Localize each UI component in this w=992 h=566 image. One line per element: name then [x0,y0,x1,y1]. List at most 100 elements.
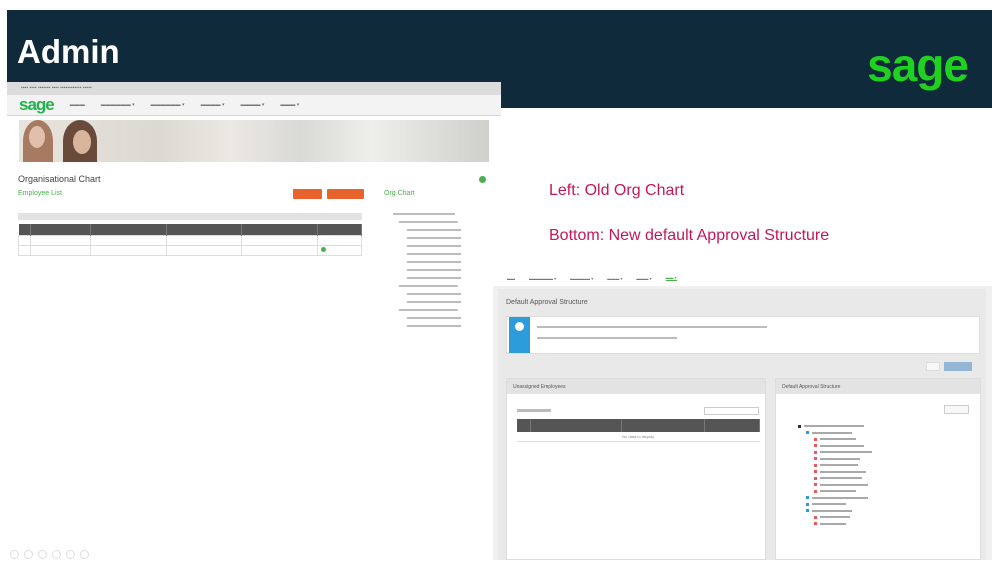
tree-node-icon [814,489,817,493]
old-org-tree [393,210,497,330]
show-entries-label [517,409,551,412]
slide-title: Admin [17,33,120,70]
caption-bottom: Bottom: New default Approval Structure [549,227,830,244]
old-sage-logo: sage [19,95,55,114]
new-page-title: Default Approval Structure [506,299,588,306]
old-status-icon [479,176,486,183]
tree-node-icon [814,522,817,526]
table-cell [165,244,243,256]
tree-node-label [820,451,872,454]
old-page-title: Organisational Chart [18,174,101,184]
banner-face-image [29,126,45,148]
tree-node-label [812,503,846,506]
tree-node-icon [806,502,809,506]
tree-node-label [820,464,858,467]
table-header-cell [704,419,760,432]
table-header-cell [18,224,31,235]
old-nav-item: ▬▬▬▬ ▾ [200,102,225,108]
tree-node-label [820,438,856,441]
new-search-input [704,407,759,415]
tree-node-icon [814,476,817,480]
tree-node-icon [814,450,817,454]
table-row [18,244,362,256]
old-nav-item: ▬▬▬▬▬▬ ▾ [150,102,185,108]
tree-node [798,521,974,528]
presentation-slide: Admin sage ▪▪▪▪ ▪▪▪▪ ▪▪▪▪▪▪▪ ▪▪▪▪ ▪▪▪▪▪▪… [0,0,992,566]
table-row: No data to display [517,432,760,442]
old-nav-item: ▬▬▬▬ ▾ [240,102,265,108]
old-employee-list-label: Employee List [18,190,62,197]
tree-node [393,210,497,218]
old-nav-item: ▬▬▬▬▬▬ ▾ [100,102,135,108]
table-header-cell [530,419,623,432]
tree-node-label [820,470,866,473]
new-approval-tree [798,423,974,527]
new-nav-item: ▬▬ [507,275,515,281]
table-cell [18,244,31,256]
tree-node [407,314,497,322]
sage-logo: sage [867,39,969,91]
new-nav-item: ▬▬▬▬▬ ▾ [570,275,594,281]
tree-node [407,298,497,306]
tree-node-label [820,444,864,447]
table-header-cell [621,419,706,432]
menu-icon[interactable] [52,550,61,559]
new-unassigned-panel-title: Unassigned Employees [507,379,765,394]
info-text-line [537,326,767,328]
new-save-button [944,362,972,371]
tree-node-label [804,425,864,428]
new-info-box [506,316,980,354]
table-cell [317,244,362,256]
old-top-links-bar: ▪▪▪▪ ▪▪▪▪ ▪▪▪▪▪▪▪ ▪▪▪▪ ▪▪▪▪▪▪▪▪▪▪▪▪ ▪▪▪▪… [7,82,501,95]
tree-node-icon [806,431,809,435]
old-org-chart-screenshot: ▪▪▪▪ ▪▪▪▪ ▪▪▪▪▪▪▪ ▪▪▪▪ ▪▪▪▪▪▪▪▪▪▪▪▪ ▪▪▪▪… [7,82,501,372]
caption-left: Left: Old Org Chart [549,182,685,199]
table-cell [29,244,91,256]
tree-node [407,274,497,282]
table-filter-row [18,234,362,246]
table-cell [29,234,91,246]
old-nav-bar: sage ▬▬▬ ▬▬▬▬▬▬ ▾ ▬▬▬▬▬▬ ▾ ▬▬▬▬ ▾ ▬▬▬▬ ▾… [7,95,501,116]
table-header-cell [241,224,319,235]
tree-node-icon [814,515,817,519]
table-header-row [517,419,760,432]
pen-icon[interactable] [66,550,75,559]
next-icon[interactable] [24,550,33,559]
old-remove-button [327,189,364,199]
tree-node [407,322,497,330]
table-cell [89,234,167,246]
tree-node [407,242,497,250]
more-icon[interactable] [80,550,89,559]
status-dot-icon [321,247,327,252]
tree-node-icon [806,509,809,513]
previous-icon[interactable] [10,550,19,559]
tree-node-icon [798,424,801,428]
tree-node-icon [814,463,817,467]
tree-node [407,234,497,242]
tree-node [407,266,497,274]
new-approval-structure-screenshot: ▬▬ ▬▬▬▬▬▬ ▾ ▬▬▬▬▬ ▾ ▬▬▬ ▾ ▬▬▬ ▾ ▬▬ ▾ Def… [493,270,992,560]
table-header-cell [166,224,243,235]
old-nav-item: ▬▬▬ [69,102,85,108]
new-nav-item: ▬▬▬▬▬▬ ▾ [529,275,557,281]
table-header-cell [90,224,167,235]
zoom-icon[interactable] [38,550,47,559]
new-tree-action-button [944,405,969,414]
tree-node-icon [806,496,809,500]
banner-face-image [73,130,91,154]
new-unassigned-table: No data to display [517,419,760,442]
table-cell [241,234,319,246]
empty-table-message: No data to display [517,432,760,442]
tree-node-label [820,522,846,525]
tree-node [407,250,497,258]
tree-node-label [812,496,868,499]
tree-node [399,306,497,314]
tree-node-icon [814,470,817,474]
tree-node-label [820,490,856,493]
new-approval-tree-panel-title: Default Approval Structure [776,379,980,394]
old-banner-image [19,120,489,162]
table-header-cell [517,419,532,432]
tree-node-label [812,509,852,512]
tree-node-label [820,516,850,519]
new-nav-item-active: ▬▬ ▾ [665,275,677,281]
